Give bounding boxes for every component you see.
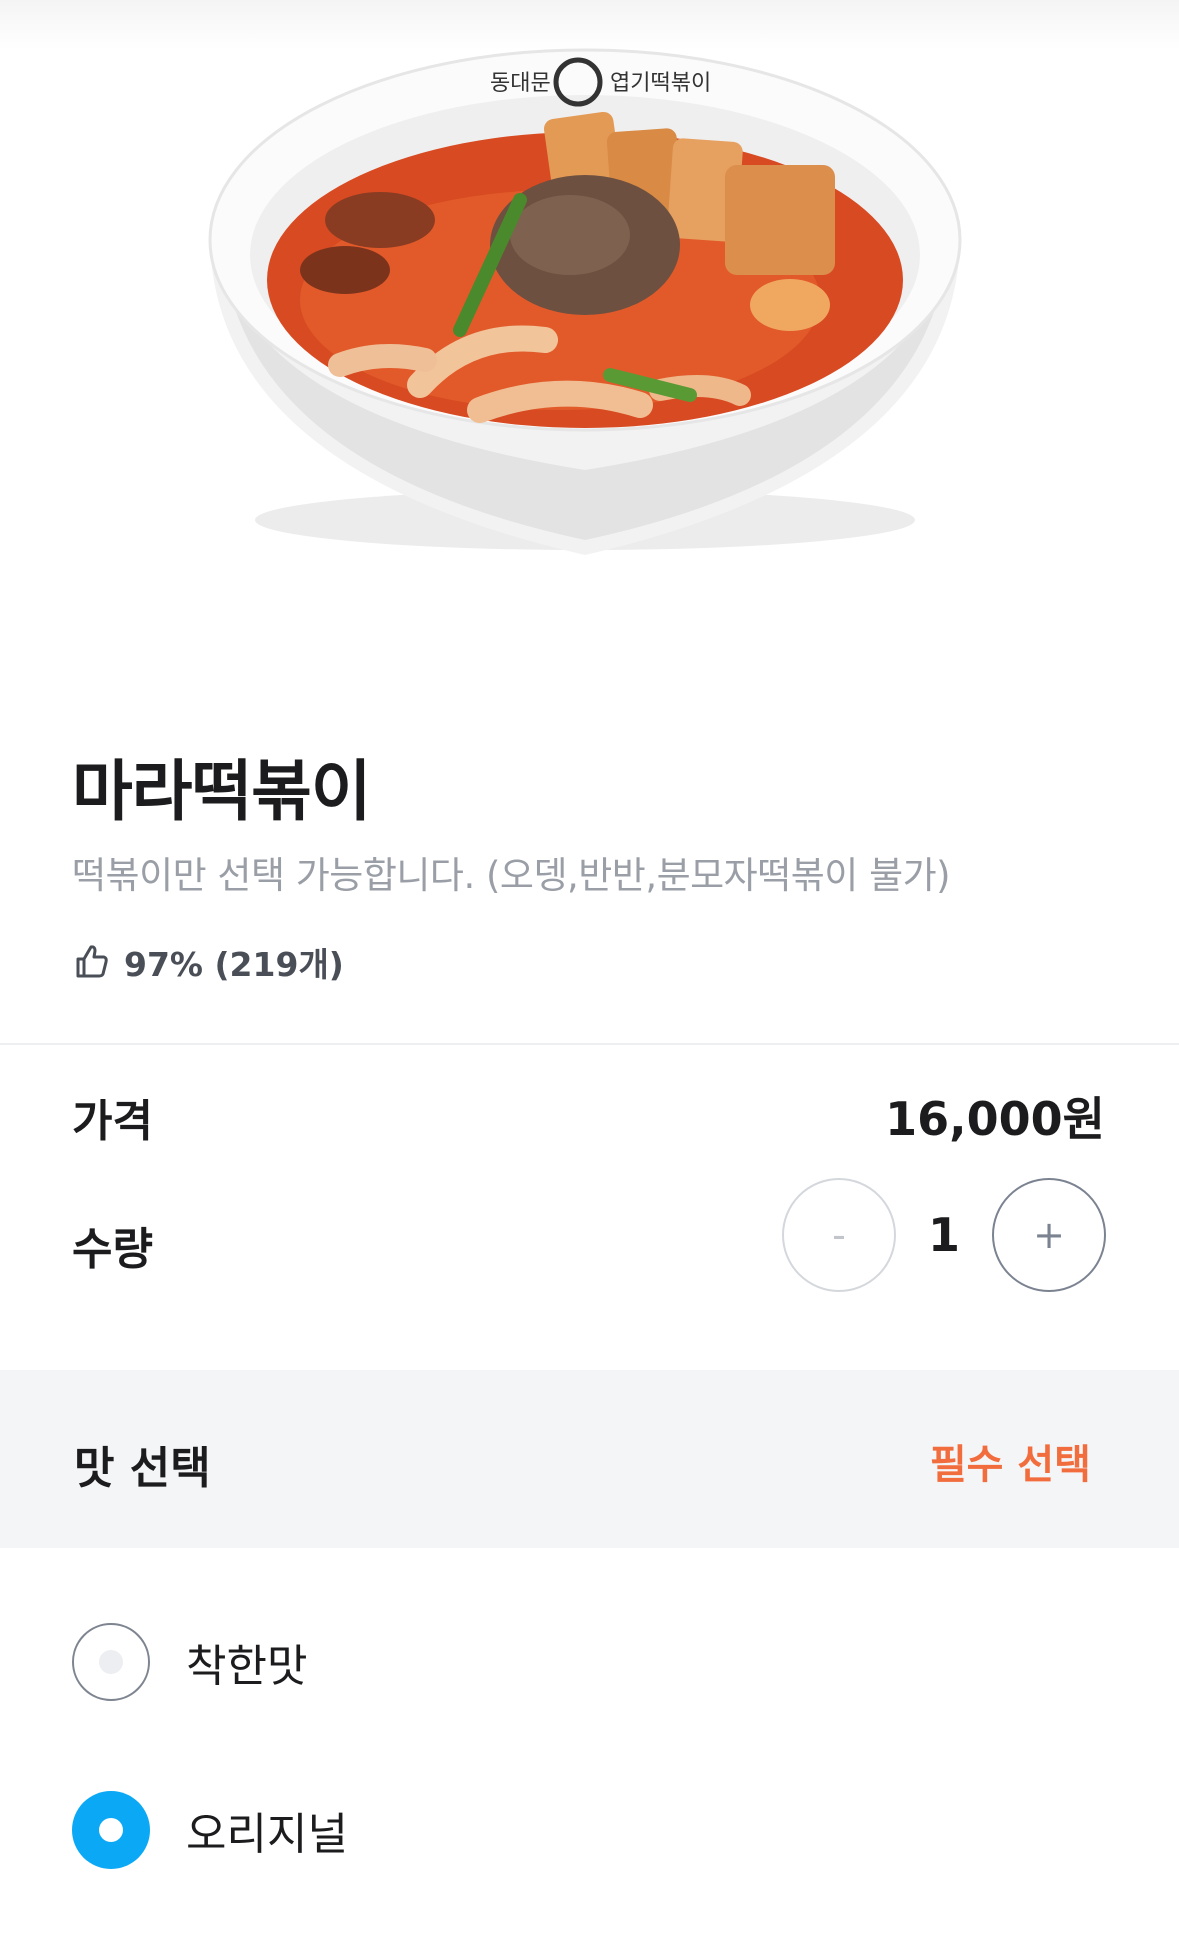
minus-icon: - (832, 1213, 846, 1257)
option-label: 오리지널 (186, 1809, 348, 1860)
option-mild[interactable]: 착한맛 (72, 1622, 307, 1702)
bowl-brand-text: 동대문 (490, 71, 551, 96)
option-group-title: 맛 선택 (74, 1443, 211, 1494)
svg-text:엽기떡볶이: 엽기떡볶이 (610, 71, 711, 96)
thumbs-up-icon (76, 945, 108, 978)
menu-detail-page: 동대문 엽기떡볶이 마라떡볶이 떡볶이만 선택 가능합니다. (오뎅,반반,분모… (0, 0, 1179, 1955)
quantity-label: 수량 (72, 1224, 153, 1275)
quantity-decrease-button[interactable]: - (782, 1178, 896, 1292)
menu-description: 떡볶이만 선택 가능합니다. (오뎅,반반,분모자떡볶이 불가) (72, 854, 951, 897)
required-badge: 필수 선택 (929, 1442, 1091, 1488)
rating-text: 97% (219개) (124, 945, 344, 984)
plus-icon: + (1033, 1213, 1065, 1257)
radio-selected[interactable] (72, 1791, 150, 1869)
price-label: 가격 (72, 1096, 153, 1147)
option-original[interactable]: 오리지널 (72, 1790, 348, 1870)
option-label: 착한맛 (186, 1641, 308, 1692)
quantity-value: 1 (927, 1208, 960, 1262)
divider (0, 1043, 1179, 1045)
price-value: 16,000원 (885, 1092, 1105, 1146)
menu-photo: 동대문 엽기떡볶이 (0, 0, 1179, 640)
quantity-increase-button[interactable]: + (992, 1178, 1106, 1292)
menu-title: 마라떡볶이 (72, 753, 372, 830)
rating: 97% (219개) (72, 940, 344, 984)
radio-unselected[interactable] (72, 1623, 150, 1701)
